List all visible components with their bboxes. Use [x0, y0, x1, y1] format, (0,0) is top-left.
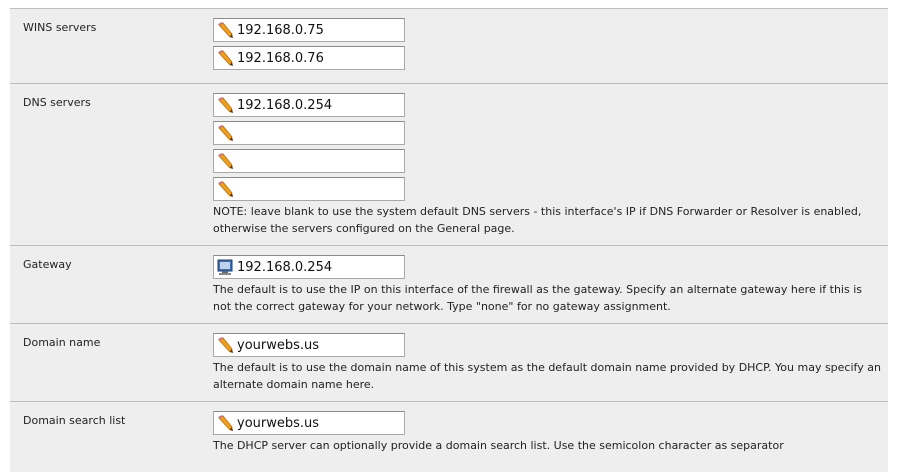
dns-server-2-input[interactable] — [213, 121, 405, 145]
domain-name-input[interactable]: yourwebs.us — [213, 333, 405, 357]
domain-search-list-row: Domain search list yourwebs.us The DHCP … — [10, 402, 888, 472]
domain-name-row: Domain name yourwebs.us The default is t… — [10, 324, 888, 402]
domain-search-list-fields: yourwebs.us The DHCP server can optional… — [213, 411, 883, 454]
dhcp-settings-panel: WINS servers 192.168.0.75 192.168.0.76 D… — [10, 8, 888, 472]
pencil-icon — [218, 153, 233, 169]
dns-servers-label: DNS servers — [23, 96, 91, 109]
dns-servers-fields: 192.168.0.254 NOTE: leave blank to use t… — [213, 93, 883, 237]
domain-name-value: yourwebs.us — [237, 337, 320, 353]
dns-server-1-input[interactable]: 192.168.0.254 — [213, 93, 405, 117]
wins-servers-row: WINS servers 192.168.0.75 192.168.0.76 — [10, 9, 888, 84]
pencil-icon — [218, 337, 233, 353]
dns-servers-row: DNS servers 192.168.0.254 NOTE: leave bl… — [10, 84, 888, 246]
domain-search-list-label: Domain search list — [23, 414, 126, 427]
wins-server-1-input[interactable]: 192.168.0.75 — [213, 18, 405, 42]
domain-search-list-input[interactable]: yourwebs.us — [213, 411, 405, 435]
gateway-value: 192.168.0.254 — [237, 259, 333, 275]
network-icon — [217, 259, 233, 275]
pencil-icon — [218, 415, 233, 431]
dns-server-4-input[interactable] — [213, 177, 405, 201]
pencil-icon — [218, 125, 233, 141]
domain-name-fields: yourwebs.us The default is to use the do… — [213, 333, 883, 393]
gateway-input[interactable]: 192.168.0.254 — [213, 255, 405, 279]
pencil-icon — [218, 50, 233, 66]
dns-server-3-input[interactable] — [213, 149, 405, 173]
pencil-icon — [218, 97, 233, 113]
pencil-icon — [218, 22, 233, 38]
gateway-fields: 192.168.0.254 The default is to use the … — [213, 255, 883, 315]
dns-servers-note: NOTE: leave blank to use the system defa… — [213, 205, 862, 235]
domain-name-label: Domain name — [23, 336, 101, 349]
wins-servers-fields: 192.168.0.75 192.168.0.76 — [213, 18, 883, 74]
domain-search-list-note: The DHCP server can optionally provide a… — [213, 439, 784, 452]
gateway-row: Gateway 192.168.0.254 The default is to … — [10, 246, 888, 324]
wins-server-2-input[interactable]: 192.168.0.76 — [213, 46, 405, 70]
domain-name-note: The default is to use the domain name of… — [213, 361, 881, 391]
pencil-icon — [218, 181, 233, 197]
gateway-label: Gateway — [23, 258, 72, 271]
wins-server-1-value: 192.168.0.75 — [237, 22, 324, 38]
gateway-note: The default is to use the IP on this int… — [213, 283, 862, 313]
dns-server-1-value: 192.168.0.254 — [237, 97, 333, 113]
domain-search-list-value: yourwebs.us — [237, 415, 320, 431]
wins-server-2-value: 192.168.0.76 — [237, 50, 324, 66]
wins-servers-label: WINS servers — [23, 21, 97, 34]
